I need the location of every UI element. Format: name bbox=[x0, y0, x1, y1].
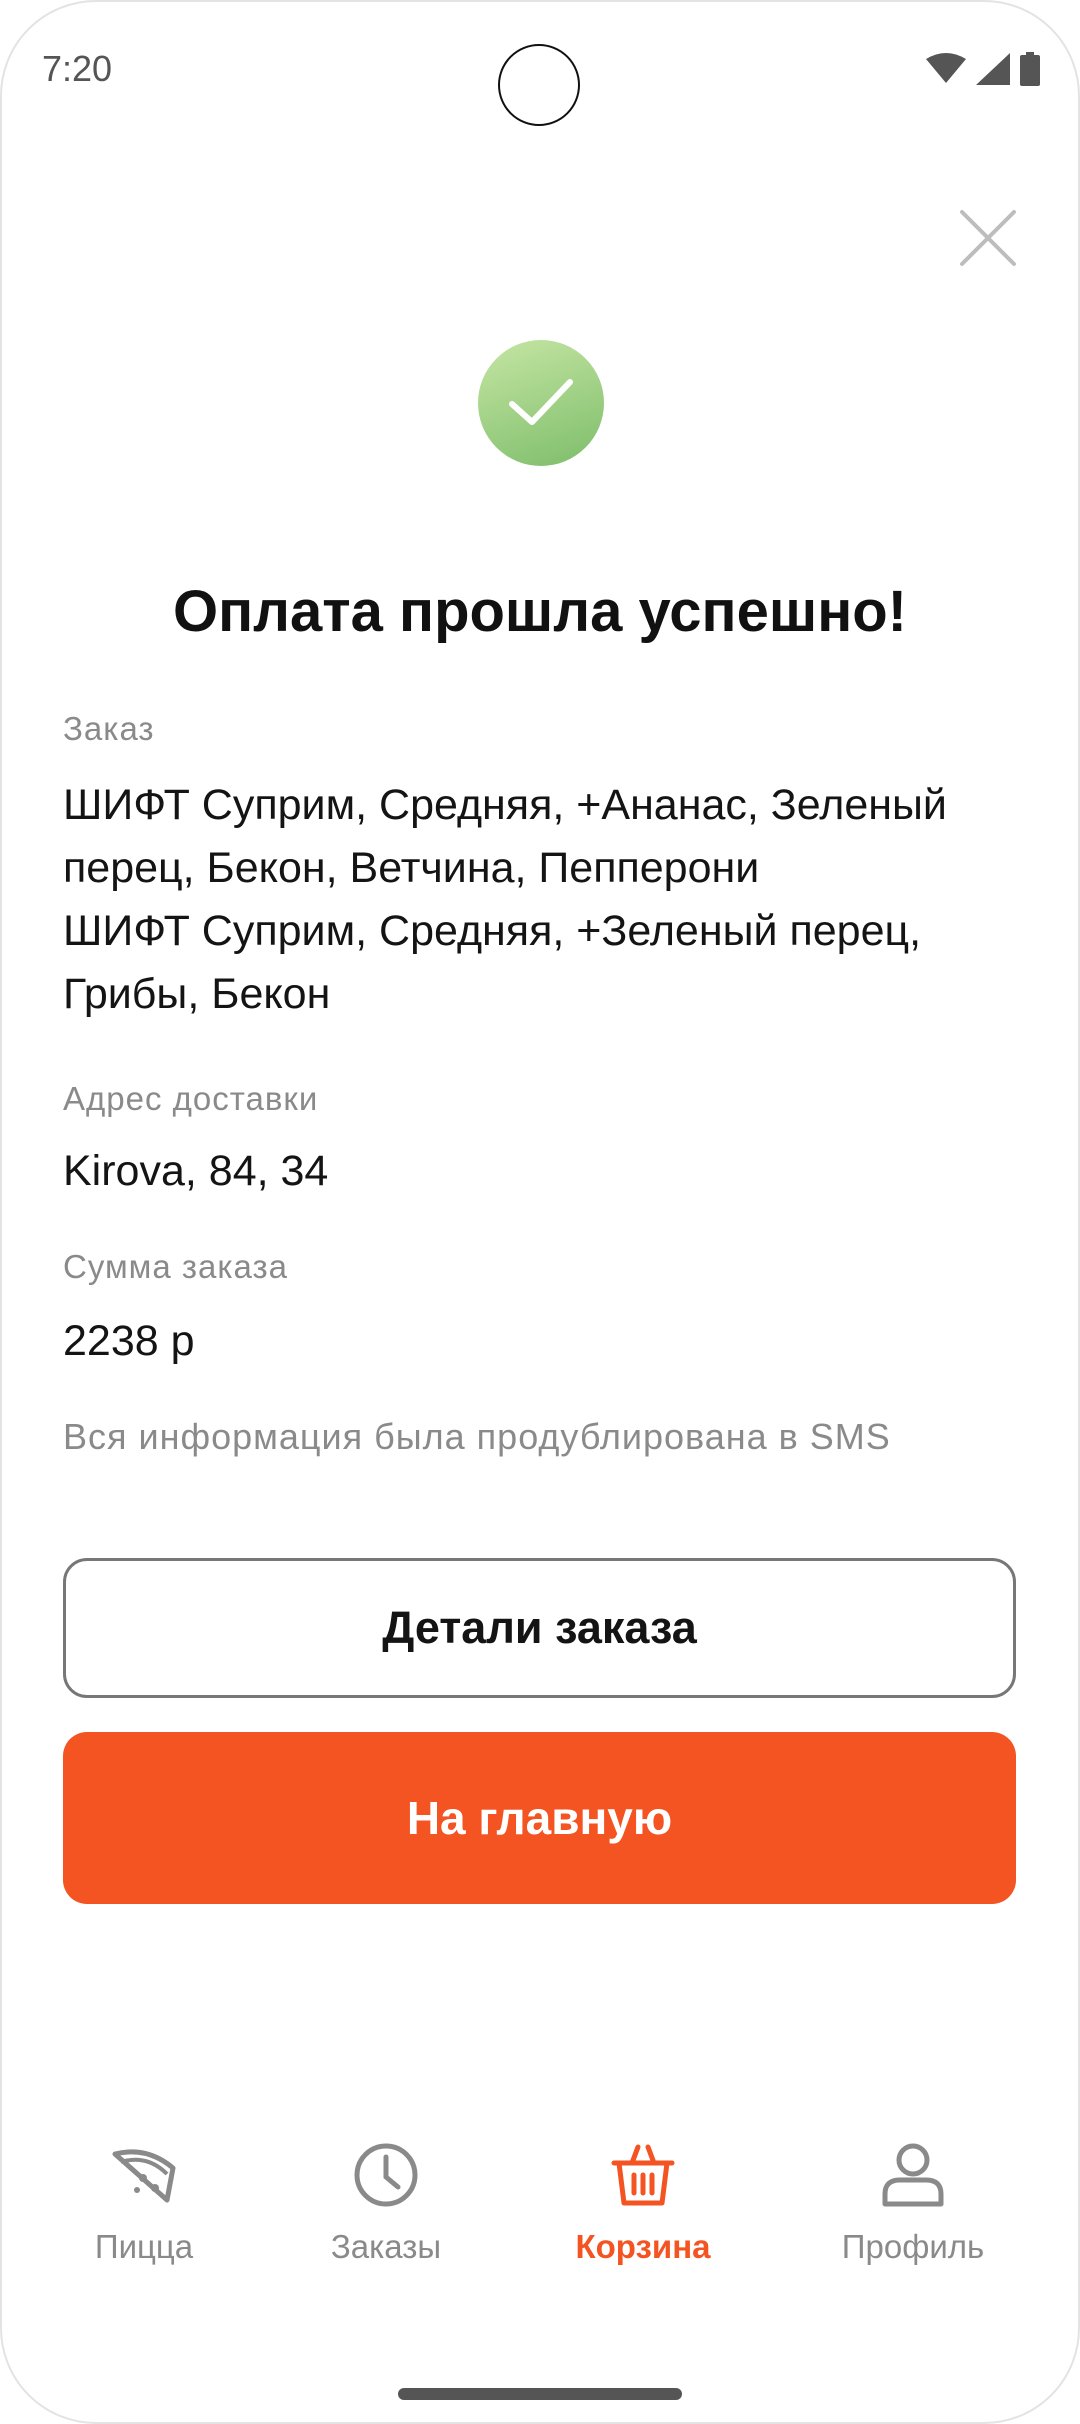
success-badge bbox=[478, 340, 604, 466]
nav-item-pizza[interactable]: Пицца bbox=[24, 2130, 264, 2266]
address-value: Kirova, 84, 34 bbox=[63, 1147, 329, 1195]
pizza-icon bbox=[112, 2149, 176, 2203]
wifi-icon bbox=[926, 53, 966, 83]
signal-icon bbox=[976, 53, 1010, 85]
checkmark-icon bbox=[509, 379, 573, 425]
status-time: 7:20 bbox=[42, 48, 113, 89]
system-icons bbox=[926, 52, 1040, 86]
sum-label: Сумма заказа bbox=[63, 1248, 288, 1285]
sum-value: 2238 р bbox=[63, 1317, 195, 1365]
order-label: Заказ bbox=[63, 710, 155, 747]
address-label: Адрес доставки bbox=[63, 1080, 319, 1117]
nav-item-cart[interactable]: Корзина bbox=[523, 2130, 763, 2266]
go-home-button[interactable]: На главную bbox=[63, 1732, 1016, 1904]
basket-icon bbox=[611, 2144, 675, 2206]
nav-label-cart: Корзина bbox=[575, 2228, 711, 2265]
order-items: ШИФТ Суприм, Средняя, +Ананас, Зеленый п… bbox=[63, 774, 1023, 1026]
close-button[interactable] bbox=[958, 208, 1018, 268]
order-line: ШИФТ Суприм, Средняя, +Ананас, Зеленый п… bbox=[63, 781, 947, 892]
order-details-button[interactable]: Детали заказа bbox=[63, 1558, 1016, 1698]
nav-item-profile[interactable]: Профиль bbox=[793, 2130, 1033, 2266]
status-bar: 7:20 bbox=[0, 0, 1080, 140]
clock-icon bbox=[354, 2143, 418, 2207]
bottom-nav: Пицца Заказы Корзина Профиль bbox=[0, 2130, 1080, 2300]
page-title: Оплата прошла успешно! bbox=[173, 579, 907, 644]
nav-label-profile: Профиль bbox=[841, 2228, 985, 2265]
nav-label-pizza: Пицца bbox=[94, 2228, 194, 2265]
battery-icon bbox=[1020, 52, 1040, 86]
order-line: ШИФТ Суприм, Средняя, +Зеленый перец, Гр… bbox=[63, 907, 922, 1018]
camera-cutout bbox=[498, 44, 580, 126]
sms-note: Вся информация была продублирована в SMS bbox=[63, 1416, 891, 1457]
close-icon bbox=[960, 210, 1016, 266]
home-indicator[interactable] bbox=[398, 2388, 682, 2400]
nav-item-orders[interactable]: Заказы bbox=[266, 2130, 506, 2266]
nav-label-orders: Заказы bbox=[330, 2228, 442, 2265]
user-icon bbox=[882, 2143, 944, 2207]
